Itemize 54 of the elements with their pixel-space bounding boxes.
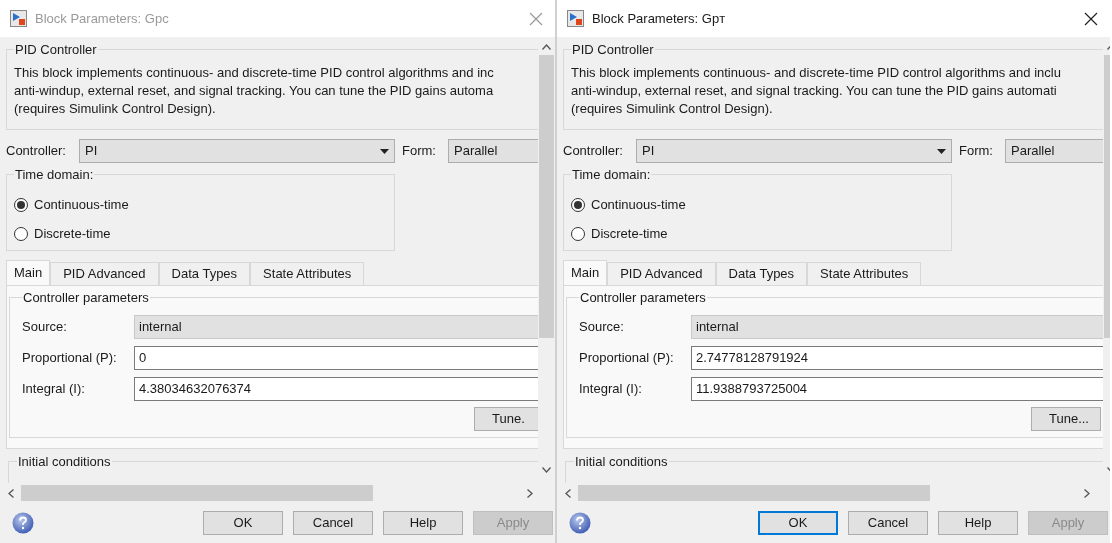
group-title: Initial conditions bbox=[17, 453, 112, 471]
description-line: (requires Simulink Control Design). bbox=[571, 99, 773, 118]
tab[interactable]: State Attributes bbox=[250, 262, 365, 285]
tune-button[interactable]: Tune... bbox=[1031, 406, 1101, 431]
radio-label: Discrete-time bbox=[34, 225, 111, 244]
tab[interactable]: Data Types bbox=[158, 262, 251, 285]
dialog-button[interactable]: OK bbox=[203, 511, 283, 535]
field-label: Controller: bbox=[6, 142, 67, 161]
field-label: Form: bbox=[402, 142, 437, 161]
tune-button[interactable]: Tune. bbox=[474, 406, 538, 431]
description-line: (requires Simulink Control Design). bbox=[14, 99, 216, 118]
group-title: PID Controller bbox=[571, 41, 655, 59]
dialog-button[interactable]: Cancel bbox=[293, 511, 373, 535]
input-field[interactable]: 0 bbox=[134, 346, 538, 370]
tab[interactable]: State Attributes bbox=[807, 262, 922, 285]
field-label: Integral (I): bbox=[22, 380, 86, 399]
dialog-button[interactable]: OK bbox=[758, 511, 838, 535]
description-line: This block implements continuous- and discrete-time PID control algorithms and inclu bbox=[571, 63, 1061, 82]
controller-dropdown[interactable]: PI bbox=[636, 139, 952, 163]
group-title: Time domain: bbox=[14, 166, 95, 184]
form-field[interactable]: Parallel bbox=[448, 139, 538, 163]
field-label: Form: bbox=[959, 142, 994, 161]
field-label: Source: bbox=[22, 318, 68, 337]
dialog-button[interactable]: Help bbox=[383, 511, 463, 535]
input-field[interactable]: 4.38034632076374 bbox=[134, 377, 538, 401]
tab[interactable]: PID Advanced bbox=[607, 262, 716, 285]
field-label: Integral (I): bbox=[579, 380, 643, 399]
group-title: Time domain: bbox=[571, 166, 652, 184]
tab[interactable]: Main bbox=[563, 260, 608, 285]
group-title: PID Controller bbox=[14, 41, 98, 59]
dialog-button[interactable]: Cancel bbox=[848, 511, 928, 535]
tab[interactable]: Data Types bbox=[715, 262, 808, 285]
window-title: Block Parameters: Gpт bbox=[592, 9, 726, 28]
description-line: anti-windup, external reset, and signal tracking. You can tune the PID gains automati bbox=[571, 81, 1057, 100]
controller-dropdown[interactable]: PI bbox=[79, 139, 395, 163]
description-line: anti-windup, external reset, and signal tracking. You can tune the PID gains automa bbox=[14, 81, 494, 100]
group-title: Controller parameters bbox=[22, 289, 150, 307]
tab[interactable]: Main bbox=[6, 260, 51, 285]
radio-label: Continuous-time bbox=[591, 196, 686, 215]
field-label: Controller: bbox=[563, 142, 624, 161]
tab[interactable]: PID Advanced bbox=[50, 262, 159, 285]
radio-label: Continuous-time bbox=[34, 196, 129, 215]
field-label: Proportional (P): bbox=[579, 349, 675, 368]
field-label: Proportional (P): bbox=[22, 349, 118, 368]
input-field[interactable]: 11.9388793725004 bbox=[691, 377, 1103, 401]
radio-label: Discrete-time bbox=[591, 225, 668, 244]
group-title: Initial conditions bbox=[574, 453, 669, 471]
dialog-button[interactable]: Help bbox=[938, 511, 1018, 535]
field-label: Source: bbox=[579, 318, 625, 337]
input-field[interactable]: 2.74778128791924 bbox=[691, 346, 1103, 370]
description-line: This block implements continuous- and discrete-time PID control algorithms and inc bbox=[14, 63, 494, 82]
form-field[interactable]: Parallel bbox=[1005, 139, 1103, 163]
group-title: Controller parameters bbox=[579, 289, 707, 307]
window-title: Block Parameters: Gpc bbox=[35, 9, 169, 28]
